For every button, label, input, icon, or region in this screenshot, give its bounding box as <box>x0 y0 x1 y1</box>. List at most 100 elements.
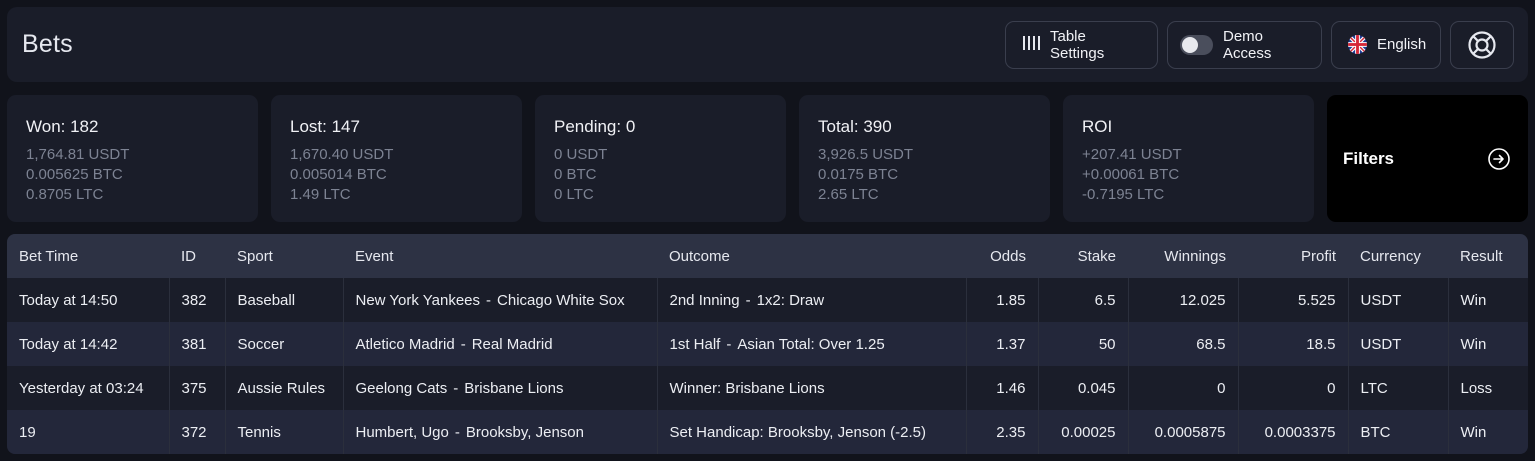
uk-flag-icon <box>1348 35 1367 54</box>
col-winnings[interactable]: Winnings <box>1128 234 1238 278</box>
result-cell: Win <box>1460 335 1487 353</box>
stat-title: ROI <box>1082 117 1113 136</box>
outcome-period: 2nd Inning <box>669 291 740 309</box>
table-settings-label: Table Settings <box>1050 27 1105 62</box>
result-cell: Win <box>1460 423 1487 441</box>
id-cell: 381 <box>169 322 226 366</box>
outcome-period: 1st Half <box>669 335 721 353</box>
event-cell: Humbert, Ugo - Brooksby, Jenson <box>343 410 658 454</box>
col-event[interactable]: Event <box>343 234 657 278</box>
demo-access-toggle[interactable] <box>1180 34 1213 55</box>
id-cell: 382 <box>169 278 226 322</box>
table-row[interactable]: Today at 14:42 381 Soccer Atletico Madri… <box>7 322 1528 366</box>
table-row[interactable]: Yesterday at 03:24 375 Aussie Rules Geel… <box>7 366 1528 410</box>
stat-btc: 0.0175 BTC <box>818 166 899 183</box>
id-cell: 375 <box>169 366 226 410</box>
event-team-b: Real Madrid <box>471 335 553 353</box>
bet-time-cell: 19 <box>7 410 170 454</box>
winnings-cell: 68.5 <box>1128 322 1239 366</box>
event-team-b: Brooksby, Jenson <box>465 423 584 441</box>
event-team-a: Atletico Madrid <box>355 335 455 353</box>
outcome-market: Asian Total: Over 1.25 <box>737 335 885 353</box>
id-cell: 372 <box>169 410 226 454</box>
sport-cell: Aussie Rules <box>225 366 344 410</box>
winnings-cell: 0.0005875 <box>1128 410 1239 454</box>
odds-cell: 1.37 <box>966 322 1039 366</box>
col-result[interactable]: Result <box>1448 234 1528 278</box>
event-cell: Geelong Cats - Brisbane Lions <box>343 366 658 410</box>
filters-button[interactable]: Filters <box>1327 95 1528 222</box>
stat-btc: 0.005625 BTC <box>26 166 123 183</box>
table-settings-button[interactable]: Table Settings <box>1005 20 1158 69</box>
col-stake[interactable]: Stake <box>1038 234 1128 278</box>
table-row[interactable]: 19 372 Tennis Humbert, Ugo - Brooksby, Jen… <box>7 410 1528 454</box>
language-selector[interactable]: English <box>1331 20 1441 69</box>
outcome-market: 1x2: Draw <box>756 291 825 309</box>
columns-icon <box>1022 35 1040 55</box>
winnings-cell: 12.025 <box>1128 278 1239 322</box>
col-profit[interactable]: Profit <box>1238 234 1348 278</box>
profit-cell: 0 <box>1238 366 1349 410</box>
profit-cell: 0.0003375 <box>1238 410 1349 454</box>
stat-card-roi: ROI +207.41 USDT +0.00061 BTC -0.7195 LT… <box>1063 95 1314 222</box>
stat-usdt: 1,764.81 USDT <box>26 146 130 163</box>
result-cell: Loss <box>1460 379 1493 397</box>
arrow-right-circle-icon <box>1488 147 1510 170</box>
stat-ltc: 0 LTC <box>554 186 594 203</box>
filters-label: Filters <box>1343 148 1395 168</box>
stat-usdt: 1,670.40 USDT <box>290 146 394 163</box>
profit-cell: 5.525 <box>1238 278 1349 322</box>
bet-time-cell: Today at 14:42 <box>7 322 170 366</box>
stat-btc: 0 BTC <box>554 166 597 183</box>
outcome-cell: Winner: Brisbane Lions <box>657 366 967 410</box>
table-row[interactable]: Today at 14:50 382 Baseball New York Yan… <box>7 278 1528 322</box>
event-team-a: New York Yankees <box>355 291 481 309</box>
stats-row: Won: 182 1,764.81 USDT 0.005625 BTC 0.87… <box>7 95 1528 222</box>
outcome-cell: 1st Half - Asian Total: Over 1.25 <box>657 322 967 366</box>
header-controls: Table Settings Demo Access English <box>1005 20 1514 69</box>
col-sport[interactable]: Sport <box>225 234 343 278</box>
support-button[interactable] <box>1450 20 1514 69</box>
stat-btc: 0.005014 BTC <box>290 166 387 183</box>
col-outcome[interactable]: Outcome <box>657 234 966 278</box>
bets-table: Bet Time ID Sport Event Outcome Odds Sta… <box>7 234 1528 454</box>
table-header-row: Bet Time ID Sport Event Outcome Odds Sta… <box>7 234 1528 278</box>
outcome-cell: Set Handicap: Brooksby, Jenson (-2.5) <box>657 410 967 454</box>
currency-cell: USDT <box>1348 322 1449 366</box>
stat-btc: +0.00061 BTC <box>1082 166 1180 183</box>
odds-cell: 1.85 <box>966 278 1039 322</box>
odds-cell: 1.46 <box>966 366 1039 410</box>
demo-access-button[interactable]: Demo Access <box>1167 20 1322 69</box>
event-team-b: Chicago White Sox <box>497 291 625 309</box>
event-team-b: Brisbane Lions <box>464 379 564 397</box>
stake-cell: 6.5 <box>1038 278 1129 322</box>
event-cell: New York Yankees - Chicago White Sox <box>343 278 658 322</box>
col-currency[interactable]: Currency <box>1348 234 1448 278</box>
stat-usdt: +207.41 USDT <box>1082 146 1182 163</box>
stat-title: Won: 182 <box>26 117 99 136</box>
currency-cell: BTC <box>1348 410 1449 454</box>
col-id[interactable]: ID <box>169 234 225 278</box>
event-cell: Atletico Madrid - Real Madrid <box>343 322 658 366</box>
col-bet-time[interactable]: Bet Time <box>7 234 169 278</box>
lifebuoy-icon <box>1468 30 1496 59</box>
col-odds[interactable]: Odds <box>966 234 1038 278</box>
stat-title: Pending: 0 <box>554 117 636 136</box>
event-team-a: Humbert, Ugo <box>355 423 449 441</box>
winnings-cell: 0 <box>1128 366 1239 410</box>
event-team-a: Geelong Cats <box>355 379 448 397</box>
stat-usdt: 3,926.5 USDT <box>818 146 914 163</box>
sport-cell: Baseball <box>225 278 344 322</box>
stake-cell: 50 <box>1038 322 1129 366</box>
sport-cell: Tennis <box>225 410 344 454</box>
stat-card-total: Total: 390 3,926.5 USDT 0.0175 BTC 2.65 … <box>799 95 1050 222</box>
stat-card-pending: Pending: 0 0 USDT 0 BTC 0 LTC <box>535 95 786 222</box>
currency-cell: LTC <box>1348 366 1449 410</box>
page-title: Bets <box>22 30 73 58</box>
result-cell: Win <box>1460 291 1487 309</box>
bet-time-cell: Today at 14:50 <box>7 278 170 322</box>
stat-ltc: 2.65 LTC <box>818 186 879 203</box>
profit-cell: 18.5 <box>1238 322 1349 366</box>
outcome-cell: 2nd Inning -1x2: Draw <box>657 278 967 322</box>
language-label: English <box>1377 36 1427 53</box>
